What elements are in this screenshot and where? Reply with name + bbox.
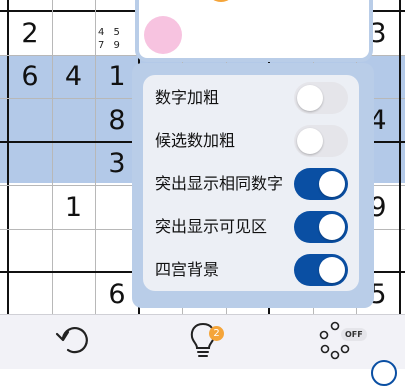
- setting-label: 候选数加粗: [155, 131, 236, 150]
- auto-notes-button[interactable]: OFF: [305, 315, 367, 369]
- toggle-knob: [297, 85, 323, 111]
- setting-label: 数字加粗: [155, 88, 220, 107]
- setting-toggle[interactable]: [294, 125, 348, 157]
- cell-candidates-top: 4 5: [98, 27, 123, 38]
- setting-label: 突出显示可见区: [155, 217, 268, 236]
- cell-candidates-bottom: 7 9: [98, 40, 123, 51]
- dotted-circle-icon: [313, 318, 357, 366]
- toggle-knob: [319, 257, 345, 283]
- cell-digit: 6: [21, 61, 39, 92]
- cell-digit: 2: [21, 17, 39, 49]
- hint-button[interactable]: 2: [178, 315, 228, 369]
- cell-divider-vertical: [52, 0, 53, 314]
- auto-state-badge: OFF: [341, 328, 367, 341]
- hint-count-badge: 2: [209, 326, 224, 341]
- setting-toggle[interactable]: [294, 168, 348, 200]
- toggle-knob: [297, 128, 323, 154]
- toggle-knob: [319, 214, 345, 240]
- setting-label: 突出显示相同数字: [155, 174, 284, 193]
- setting-toggle[interactable]: [294, 211, 348, 243]
- settings-fab-icon[interactable]: [371, 360, 397, 386]
- cell-digit: 1: [64, 191, 83, 223]
- toggle-knob: [319, 171, 345, 197]
- undo-icon: [53, 320, 93, 364]
- setting-toggle[interactable]: [294, 82, 348, 114]
- setting-label: 四宫背景: [155, 260, 220, 279]
- bottom-toolbar: 2 OFF: [0, 314, 405, 369]
- undo-button[interactable]: [48, 315, 98, 369]
- setting-toggle[interactable]: [294, 254, 348, 286]
- color-swatch-pink[interactable]: [144, 16, 182, 54]
- cell-digit: 4: [64, 61, 83, 92]
